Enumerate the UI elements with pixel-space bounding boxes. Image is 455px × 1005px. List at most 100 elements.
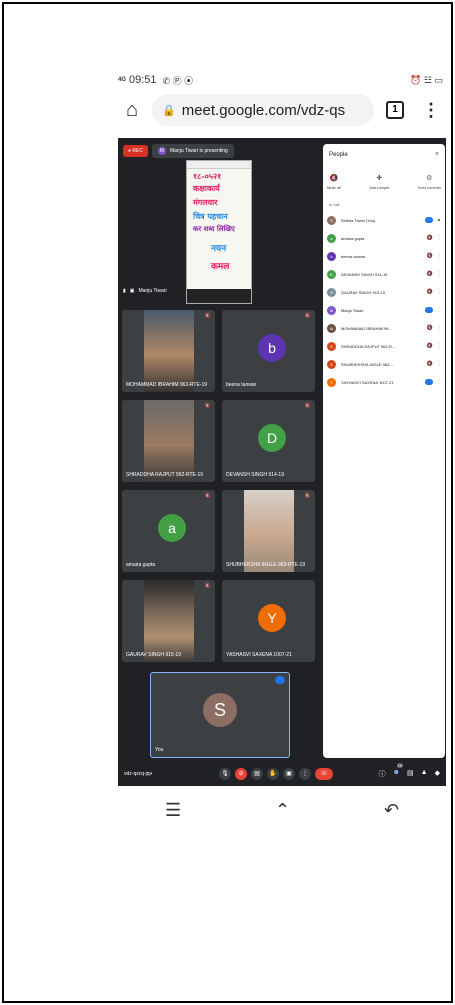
more-options-icon[interactable]: ⋮ [299, 768, 311, 780]
participant-tile[interactable]: b 🔇 beena tanwar [222, 310, 315, 392]
participant-avatar: D [258, 424, 286, 452]
more-options-icon[interactable]: ⋮ [435, 325, 443, 331]
present-screen-icon[interactable]: ▣ [283, 768, 295, 780]
participant-avatar: a [327, 233, 336, 243]
lock-icon: 🔒 [162, 104, 176, 117]
tab-switcher-button[interactable]: 1 [386, 101, 404, 119]
participant-name: SHRADDHA RAJPUT 962-RTE-19 [126, 472, 204, 478]
more-options-icon[interactable]: ⋮ [435, 361, 443, 367]
list-item[interactable]: b beena tanwar 🔇 ⋮ [327, 247, 443, 265]
list-item[interactable]: S SHUBHEKSHA INGLE 963-... 🔇 ⋮ [327, 355, 443, 373]
shield-icon[interactable]: ◆ [435, 769, 440, 779]
mic-muted-icon: 🔇 [204, 403, 211, 409]
participant-name: MOHAMMAD IBRAHIM 963-RTE-19 [126, 382, 208, 388]
mic-muted-icon[interactable]: 🔇 [425, 325, 435, 331]
mute-all-button[interactable]: 🔇 Mute all [327, 174, 341, 190]
participant-tile[interactable]: 🔇 GAURAV SINGH 915-19 [122, 580, 215, 662]
captions-icon[interactable]: ▤ [251, 768, 263, 780]
mic-muted-icon[interactable]: 🔇 [425, 289, 435, 295]
participant-video [144, 310, 194, 392]
participant-name: beena tanwar [341, 253, 366, 259]
people-icon[interactable]: ☻ 10 [393, 763, 404, 779]
mic-icon[interactable]: 🎙 [219, 768, 231, 780]
screen-line-date: १८-०५२१ [193, 171, 222, 181]
participant-name: SHRADDHA RAJPUT 962-R... [341, 343, 396, 349]
url-bar[interactable]: 🔒 meet.google.com/vdz-qs [152, 94, 374, 126]
meeting-code: vdz-qscq-jqv [124, 771, 153, 777]
raise-hand-icon[interactable]: ✋ [267, 768, 279, 780]
home-icon[interactable]: ⌂ [118, 99, 146, 122]
participant-tile[interactable]: 🔇 MOHAMMAD IBRAHIM 963-RTE-19 [122, 310, 215, 392]
more-options-icon[interactable]: ⋮ [435, 289, 443, 295]
recent-apps-icon[interactable]: ☰ [165, 800, 181, 821]
participant-video [144, 580, 194, 662]
participant-avatar: Y [327, 377, 336, 387]
list-item[interactable]: Y YASHASVI SAXENA 1007-21 ⋯ ⋮ [327, 373, 443, 391]
browser-menu-icon[interactable]: ⋮ [422, 100, 440, 121]
participant-tile[interactable]: 🔇 SHRADDHA RAJPUT 962-RTE-19 [122, 400, 215, 482]
add-people-button[interactable]: ✚ Add people [369, 174, 389, 190]
host-controls-button[interactable]: ⚙ Host controls [418, 174, 441, 190]
more-options-icon[interactable]: ⋮ [435, 271, 443, 277]
participant-avatar: b [258, 334, 286, 362]
home-nav-icon[interactable]: ⌃ [275, 800, 290, 821]
in-call-label: In call [329, 202, 340, 207]
self-view-more-icon[interactable]: ⋯ [275, 676, 285, 684]
mic-muted-icon: 🔇 [204, 313, 211, 319]
list-item[interactable]: a amaira gupta 🔇 ⋮ [327, 229, 443, 247]
screen-line-class: कक्षाकार्य [193, 183, 220, 193]
screen-line-word1: नयन [211, 244, 227, 254]
mic-muted-icon[interactable]: 🔇 [425, 271, 435, 277]
participant-tile[interactable]: 🔇 SHUBHEKSHA INGLE 963-RTE-19 [222, 490, 315, 572]
participant-tile[interactable]: D 🔇 DEVANSH SINGH 914-19 [222, 400, 315, 482]
mic-muted-icon: 🔇 [304, 493, 311, 499]
activities-icon[interactable]: ▲ [421, 769, 428, 779]
participant-tile[interactable]: a 🔇 amaira gupta [122, 490, 215, 572]
list-item[interactable]: G GAURAV SINGH 915-19 🔇 ⋮ [327, 283, 443, 301]
self-view-label: You [155, 747, 164, 753]
camera-off-icon[interactable]: ⊘ [235, 768, 247, 780]
list-item[interactable]: S SHRADDHA RAJPUT 962-R... 🔇 ⋮ [327, 337, 443, 355]
participant-tile[interactable]: Y YASHASVI SAXENA 1007-21 [222, 580, 315, 662]
mic-muted-icon[interactable]: 🔇 [425, 343, 435, 349]
more-options-icon[interactable]: ⋮ [435, 379, 443, 385]
network-indicator: 4G [118, 77, 127, 83]
more-options-icon[interactable]: ⋮ [435, 253, 443, 259]
people-actions: 🔇 Mute all ✚ Add people ⚙ Host controls [327, 174, 441, 190]
chat-icon[interactable]: ▤ [407, 769, 414, 779]
mic-muted-icon[interactable]: 🔇 [425, 235, 435, 241]
participant-name: GAURAV SINGH 915-19 [341, 289, 385, 295]
participant-avatar: G [327, 287, 336, 297]
mic-muted-icon[interactable]: 🔇 [425, 253, 435, 259]
close-icon[interactable]: × [435, 151, 439, 158]
pin-icon[interactable]: ▲ [435, 217, 443, 223]
screen-line-day: मंगलवार [193, 197, 218, 207]
list-item[interactable]: M MOHAMMAD IBRAHIM 96... 🔇 ⋮ [327, 319, 443, 337]
more-options-icon[interactable]: ⋮ [435, 343, 443, 349]
self-view-tile[interactable]: ⋯ S You [150, 672, 290, 758]
list-item[interactable]: D DEVANSH SINGH 914-19 🔇 ⋮ [327, 265, 443, 283]
mic-muted-icon: 🔇 [304, 313, 311, 319]
speaking-icon: ⋯ [425, 307, 433, 313]
people-panel-title: People [329, 152, 348, 158]
participant-avatar: M [327, 323, 336, 333]
info-icon[interactable]: ⓘ [379, 769, 386, 779]
screen-line-word2: कमल [211, 262, 230, 272]
more-options-icon[interactable]: ⋮ [435, 235, 443, 241]
presenting-chip[interactable]: M Manju Tiwari is presenting [151, 144, 234, 158]
participant-list: S Shikha Tiwari (You) ⋯ ▲ a amaira gupta 🔇 ⋮ b… [327, 211, 443, 391]
participant-name: amaira gupta [341, 235, 365, 241]
pinned-name: Manju Tiwari [138, 288, 167, 294]
mic-muted-icon[interactable]: 🔇 [425, 361, 435, 367]
more-options-icon[interactable]: ⋮ [435, 307, 443, 313]
list-item[interactable]: S Shikha Tiwari (You) ⋯ ▲ [327, 211, 443, 229]
back-icon[interactable]: ↶ [384, 800, 399, 821]
end-call-button[interactable]: ☏ [315, 768, 333, 780]
status-right-icons: ⏰ ☳ ▭ [410, 74, 443, 85]
meet-control-bar: vdz-qscq-jqv 🎙 ⊘ ▤ ✋ ▣ ⋮ ☏ ⓘ ☻ 10 ▤ ▲ ◆ [118, 762, 446, 786]
list-item[interactable]: M Manju Tiwari ⋯ ⋮ [327, 301, 443, 319]
browser-toolbar: ⌂ 🔒 meet.google.com/vdz-qs 1 ⋮ [118, 92, 448, 128]
participant-name: SHUBHEKSHA INGLE 963-... [341, 361, 394, 367]
pin-icon[interactable]: ▮ [123, 288, 126, 294]
status-left-icons: ✆ Ⓟ ⦿ [162, 75, 194, 86]
